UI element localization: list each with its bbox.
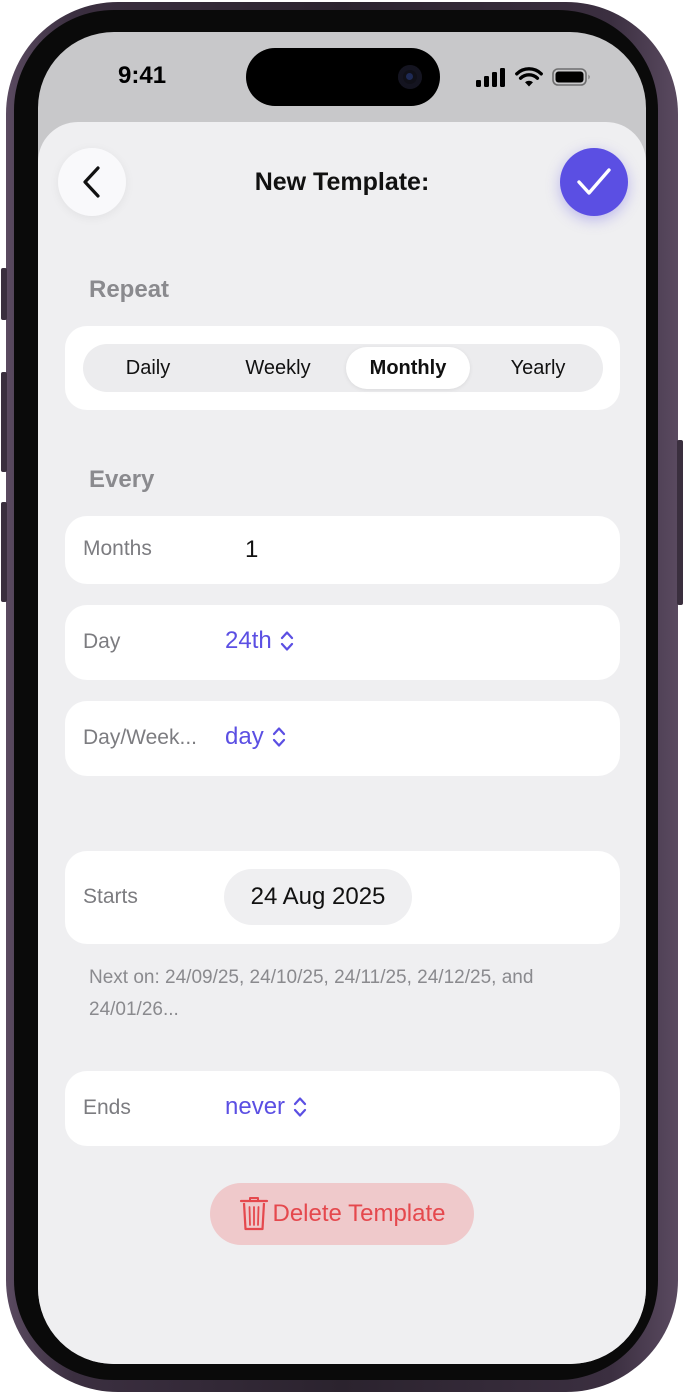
status-time: 9:41 <box>118 62 167 89</box>
starts-row: Starts 24 Aug 2025 <box>65 851 620 944</box>
months-label: Months <box>83 537 152 560</box>
action-button <box>1 268 7 320</box>
chevron-up-down-icon <box>293 1097 307 1117</box>
page-title: New Template: <box>254 168 430 196</box>
day-week-value: day <box>225 723 264 750</box>
ends-value: never <box>225 1093 286 1120</box>
repeat-option-daily[interactable]: Daily <box>86 347 210 389</box>
trash-icon <box>239 1197 268 1231</box>
repeat-segmented-control: Daily Weekly Monthly Yearly <box>83 344 603 392</box>
day-value: 24th <box>225 627 272 654</box>
camera-icon <box>398 65 422 89</box>
every-section-label: Every <box>89 466 155 493</box>
checkmark-icon <box>577 168 611 195</box>
day-week-picker[interactable]: day <box>225 723 286 751</box>
repeat-option-weekly[interactable]: Weekly <box>216 347 340 389</box>
start-date-picker[interactable]: 24 Aug 2025 <box>224 869 412 925</box>
wifi-icon <box>515 67 543 87</box>
day-label: Day <box>83 630 121 653</box>
back-button[interactable] <box>58 148 126 216</box>
screen: 9:41 New Template: Repeat Daily Weekly M… <box>38 32 646 1364</box>
ends-picker[interactable]: never <box>225 1093 307 1121</box>
ends-row: Ends never <box>65 1071 620 1146</box>
chevron-up-down-icon <box>272 727 285 747</box>
volume-down-button <box>1 502 7 602</box>
battery-icon <box>552 68 590 86</box>
months-input[interactable]: 1 <box>245 536 258 564</box>
chevron-up-down-icon <box>280 631 293 651</box>
template-sheet: New Template: Repeat Daily Weekly Monthl… <box>38 122 646 1364</box>
volume-up-button <box>1 372 7 472</box>
chevron-left-icon <box>83 166 100 198</box>
ends-label: Ends <box>83 1096 131 1119</box>
dynamic-island <box>246 48 440 106</box>
day-picker[interactable]: 24th <box>225 627 294 655</box>
repeat-option-yearly[interactable]: Yearly <box>476 347 600 389</box>
repeat-section-label: Repeat <box>89 276 170 303</box>
day-week-row: Day/Week... day <box>65 701 620 776</box>
delete-template-label: Delete Template <box>272 1200 446 1227</box>
next-occurrences-text: Next on: 24/09/25, 24/10/25, 24/11/25, 2… <box>89 967 534 1020</box>
months-row: Months 1 <box>65 516 620 584</box>
repeat-card: Daily Weekly Monthly Yearly <box>65 326 620 410</box>
day-week-label: Day/Week... <box>83 726 197 749</box>
status-icons <box>476 66 592 88</box>
repeat-option-monthly[interactable]: Monthly <box>346 347 470 389</box>
delete-template-button[interactable]: Delete Template <box>210 1183 474 1245</box>
starts-label: Starts <box>83 885 138 908</box>
day-row: Day 24th <box>65 605 620 680</box>
signal-icon <box>476 68 505 87</box>
power-button <box>677 440 683 605</box>
save-button[interactable] <box>560 148 628 216</box>
